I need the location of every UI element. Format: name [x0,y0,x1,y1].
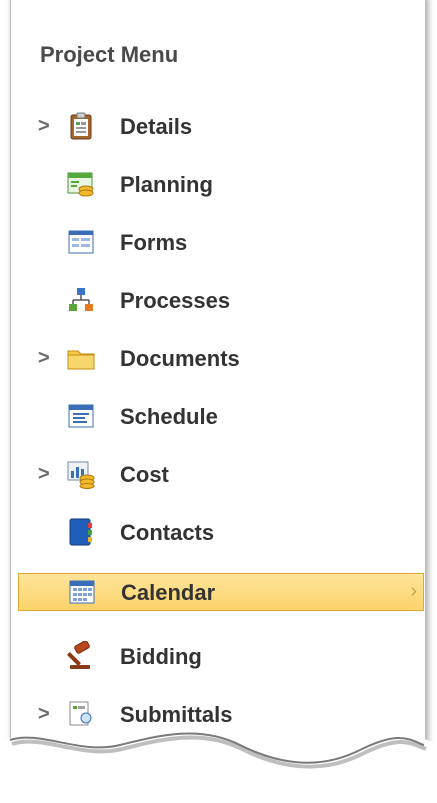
expand-chevron-icon[interactable]: > [38,347,50,370]
menu-item-label: Planning [120,172,213,197]
forms-icon [68,230,94,254]
menu-item-label: Details [120,114,193,139]
project-menu-title: Project Menu [40,42,179,67]
expand-chevron-icon[interactable]: > [38,115,50,138]
menu-item-planning[interactable]: Planning [18,166,424,204]
menu-item-label: Contacts [120,520,215,545]
menu-item-contacts[interactable]: Contacts [18,514,424,552]
schedule-icon [68,404,94,428]
clipboard-icon [70,112,92,140]
planning-icon [67,172,94,197]
gavel-icon [67,641,90,669]
menu-item-label: Bidding [120,644,202,669]
menu-item-cost[interactable]: > Cost [18,456,424,494]
expand-chevron-icon[interactable]: > [38,463,50,486]
menu-item-label: Cost [120,462,169,487]
calendar-icon [69,580,95,604]
submenu-arrow-icon: › [410,580,417,602]
menu-item-label: Documents [120,346,240,371]
cost-chart-icon [67,461,95,489]
folder-icon [67,350,95,370]
menu-item-documents[interactable]: > Documents [18,340,424,378]
menu-item-calendar[interactable]: Calendar › [18,573,424,611]
menu-item-details[interactable]: > Details [18,108,424,146]
process-flow-icon [69,288,93,311]
menu-item-forms[interactable]: Forms [18,224,424,262]
menu-item-label: Processes [120,288,231,313]
menu-item-bidding[interactable]: Bidding [18,638,424,676]
menu-item-label: Forms [120,230,188,255]
torn-edge-decoration [0,732,437,803]
address-book-icon [69,518,92,546]
menu-item-schedule[interactable]: Schedule [18,398,424,436]
menu-item-label: Calendar [121,580,216,605]
menu-item-label: Schedule [120,404,218,429]
menu-item-processes[interactable]: Processes [18,282,424,320]
